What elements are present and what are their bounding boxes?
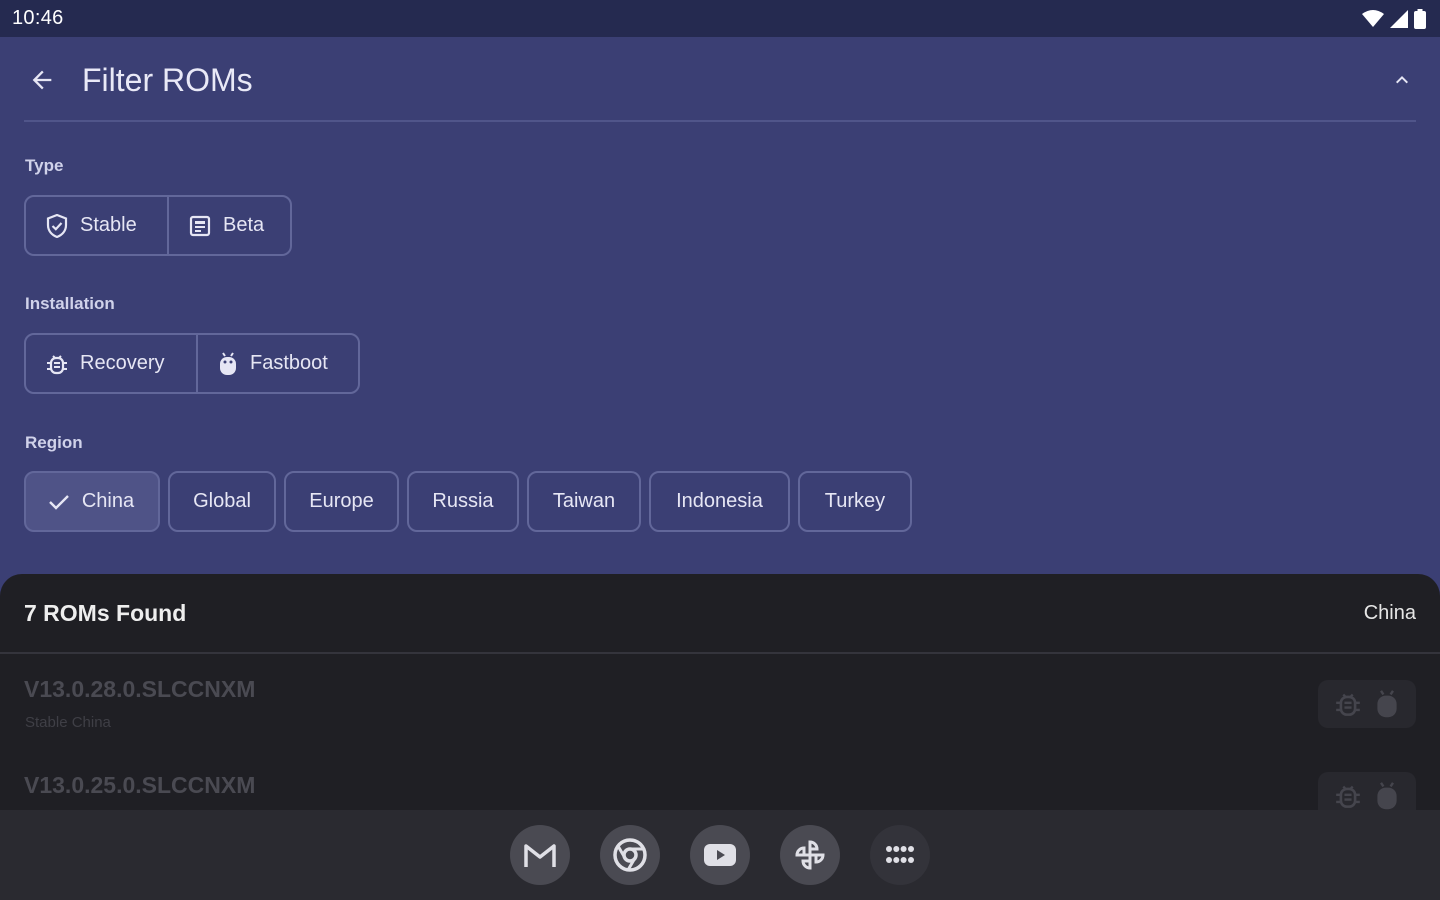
pinwheel-icon[interactable] <box>780 825 840 885</box>
bug-icon <box>1336 785 1360 808</box>
beta-document-icon <box>189 215 211 236</box>
rom-actions[interactable] <box>1318 680 1416 728</box>
gmail-icon[interactable] <box>510 825 570 885</box>
android-fastboot-icon <box>220 351 236 375</box>
app-drawer-icon[interactable] <box>870 825 930 885</box>
region-chip-indonesia[interactable]: Indonesia <box>649 471 790 532</box>
rom-list-item[interactable]: V13.0.28.0.SLCCNXM Stable China <box>0 654 1440 750</box>
pinwheel-glyph-icon <box>795 840 825 870</box>
rom-actions[interactable] <box>1318 772 1416 810</box>
roms-found-count: 7 ROMs Found <box>24 599 187 626</box>
region-chip-turkey[interactable]: Turkey <box>798 471 912 532</box>
region-chip-label: Turkey <box>824 490 886 512</box>
region-chip-label: Taiwan <box>552 490 616 512</box>
region-chip-global[interactable]: Global <box>168 471 276 532</box>
grid-dots-icon <box>886 846 914 863</box>
region-chip-label: Russia <box>432 490 494 512</box>
bug-icon <box>1336 693 1360 716</box>
back-button[interactable] <box>22 60 62 100</box>
chrome-glyph-icon <box>613 838 647 872</box>
region-chip-label: China <box>81 490 135 512</box>
region-chip-label: Europe <box>309 490 374 512</box>
android-fastboot-icon <box>1377 782 1397 810</box>
rom-version: V13.0.28.0.SLCCNXM <box>24 676 256 702</box>
region-chip-europe[interactable]: Europe <box>284 471 399 532</box>
bug-icon <box>47 354 67 374</box>
type-beta-label: Beta <box>223 214 265 236</box>
youtube-icon[interactable] <box>690 825 750 885</box>
collapse-button[interactable] <box>1384 62 1420 98</box>
installation-segmented-control: Recovery Fastboot <box>24 333 360 394</box>
region-chip-china[interactable]: China <box>24 471 160 532</box>
installation-recovery-label: Recovery <box>80 352 165 374</box>
shield-check-icon <box>46 213 68 238</box>
status-time: 10:46 <box>12 7 64 29</box>
page-title: Filter ROMs <box>82 61 253 98</box>
rom-list-item[interactable]: V13.0.25.0.SLCCNXM <box>0 750 1440 810</box>
installation-fastboot-label: Fastboot <box>250 352 328 374</box>
type-beta-option[interactable]: Beta <box>167 197 290 254</box>
region-label: Region <box>25 433 83 452</box>
results-sheet: 7 ROMs Found China V13.0.28.0.SLCCNXM St… <box>0 574 1440 810</box>
top-app-bar: Filter ROMs <box>24 40 1416 122</box>
check-icon <box>49 494 69 510</box>
arrow-back-icon <box>32 70 52 90</box>
android-fastboot-icon <box>1377 690 1397 718</box>
type-stable-option[interactable]: Stable <box>26 197 167 254</box>
region-chip-label: Indonesia <box>676 490 763 512</box>
rom-subtitle: Stable China <box>25 714 111 731</box>
rom-version: V13.0.25.0.SLCCNXM <box>24 772 256 798</box>
installation-recovery-option[interactable]: Recovery <box>26 335 196 392</box>
battery-icon <box>1414 8 1426 29</box>
cellular-signal-icon <box>1390 9 1408 28</box>
region-chip-taiwan[interactable]: Taiwan <box>527 471 641 532</box>
type-label: Type <box>25 156 64 175</box>
wifi-icon <box>1362 9 1384 27</box>
installation-label: Installation <box>25 294 115 313</box>
gmail-glyph-icon <box>524 844 556 867</box>
youtube-glyph-icon <box>704 844 736 866</box>
chevron-up-icon <box>1396 76 1408 84</box>
region-chip-russia[interactable]: Russia <box>407 471 519 532</box>
results-region: China <box>1363 601 1416 624</box>
type-stable-label: Stable <box>80 214 137 236</box>
type-segmented-control: Stable Beta <box>24 195 292 256</box>
status-icons <box>1362 8 1426 29</box>
taskbar-dock <box>0 810 1440 900</box>
region-chip-row: China Global Europe Russia Taiwan Indone… <box>24 471 912 532</box>
installation-fastboot-option[interactable]: Fastboot <box>196 335 358 392</box>
results-header: 7 ROMs Found China <box>0 574 1440 654</box>
region-chip-label: Global <box>193 490 251 512</box>
status-bar: 10:46 <box>0 0 1440 37</box>
chrome-icon[interactable] <box>600 825 660 885</box>
